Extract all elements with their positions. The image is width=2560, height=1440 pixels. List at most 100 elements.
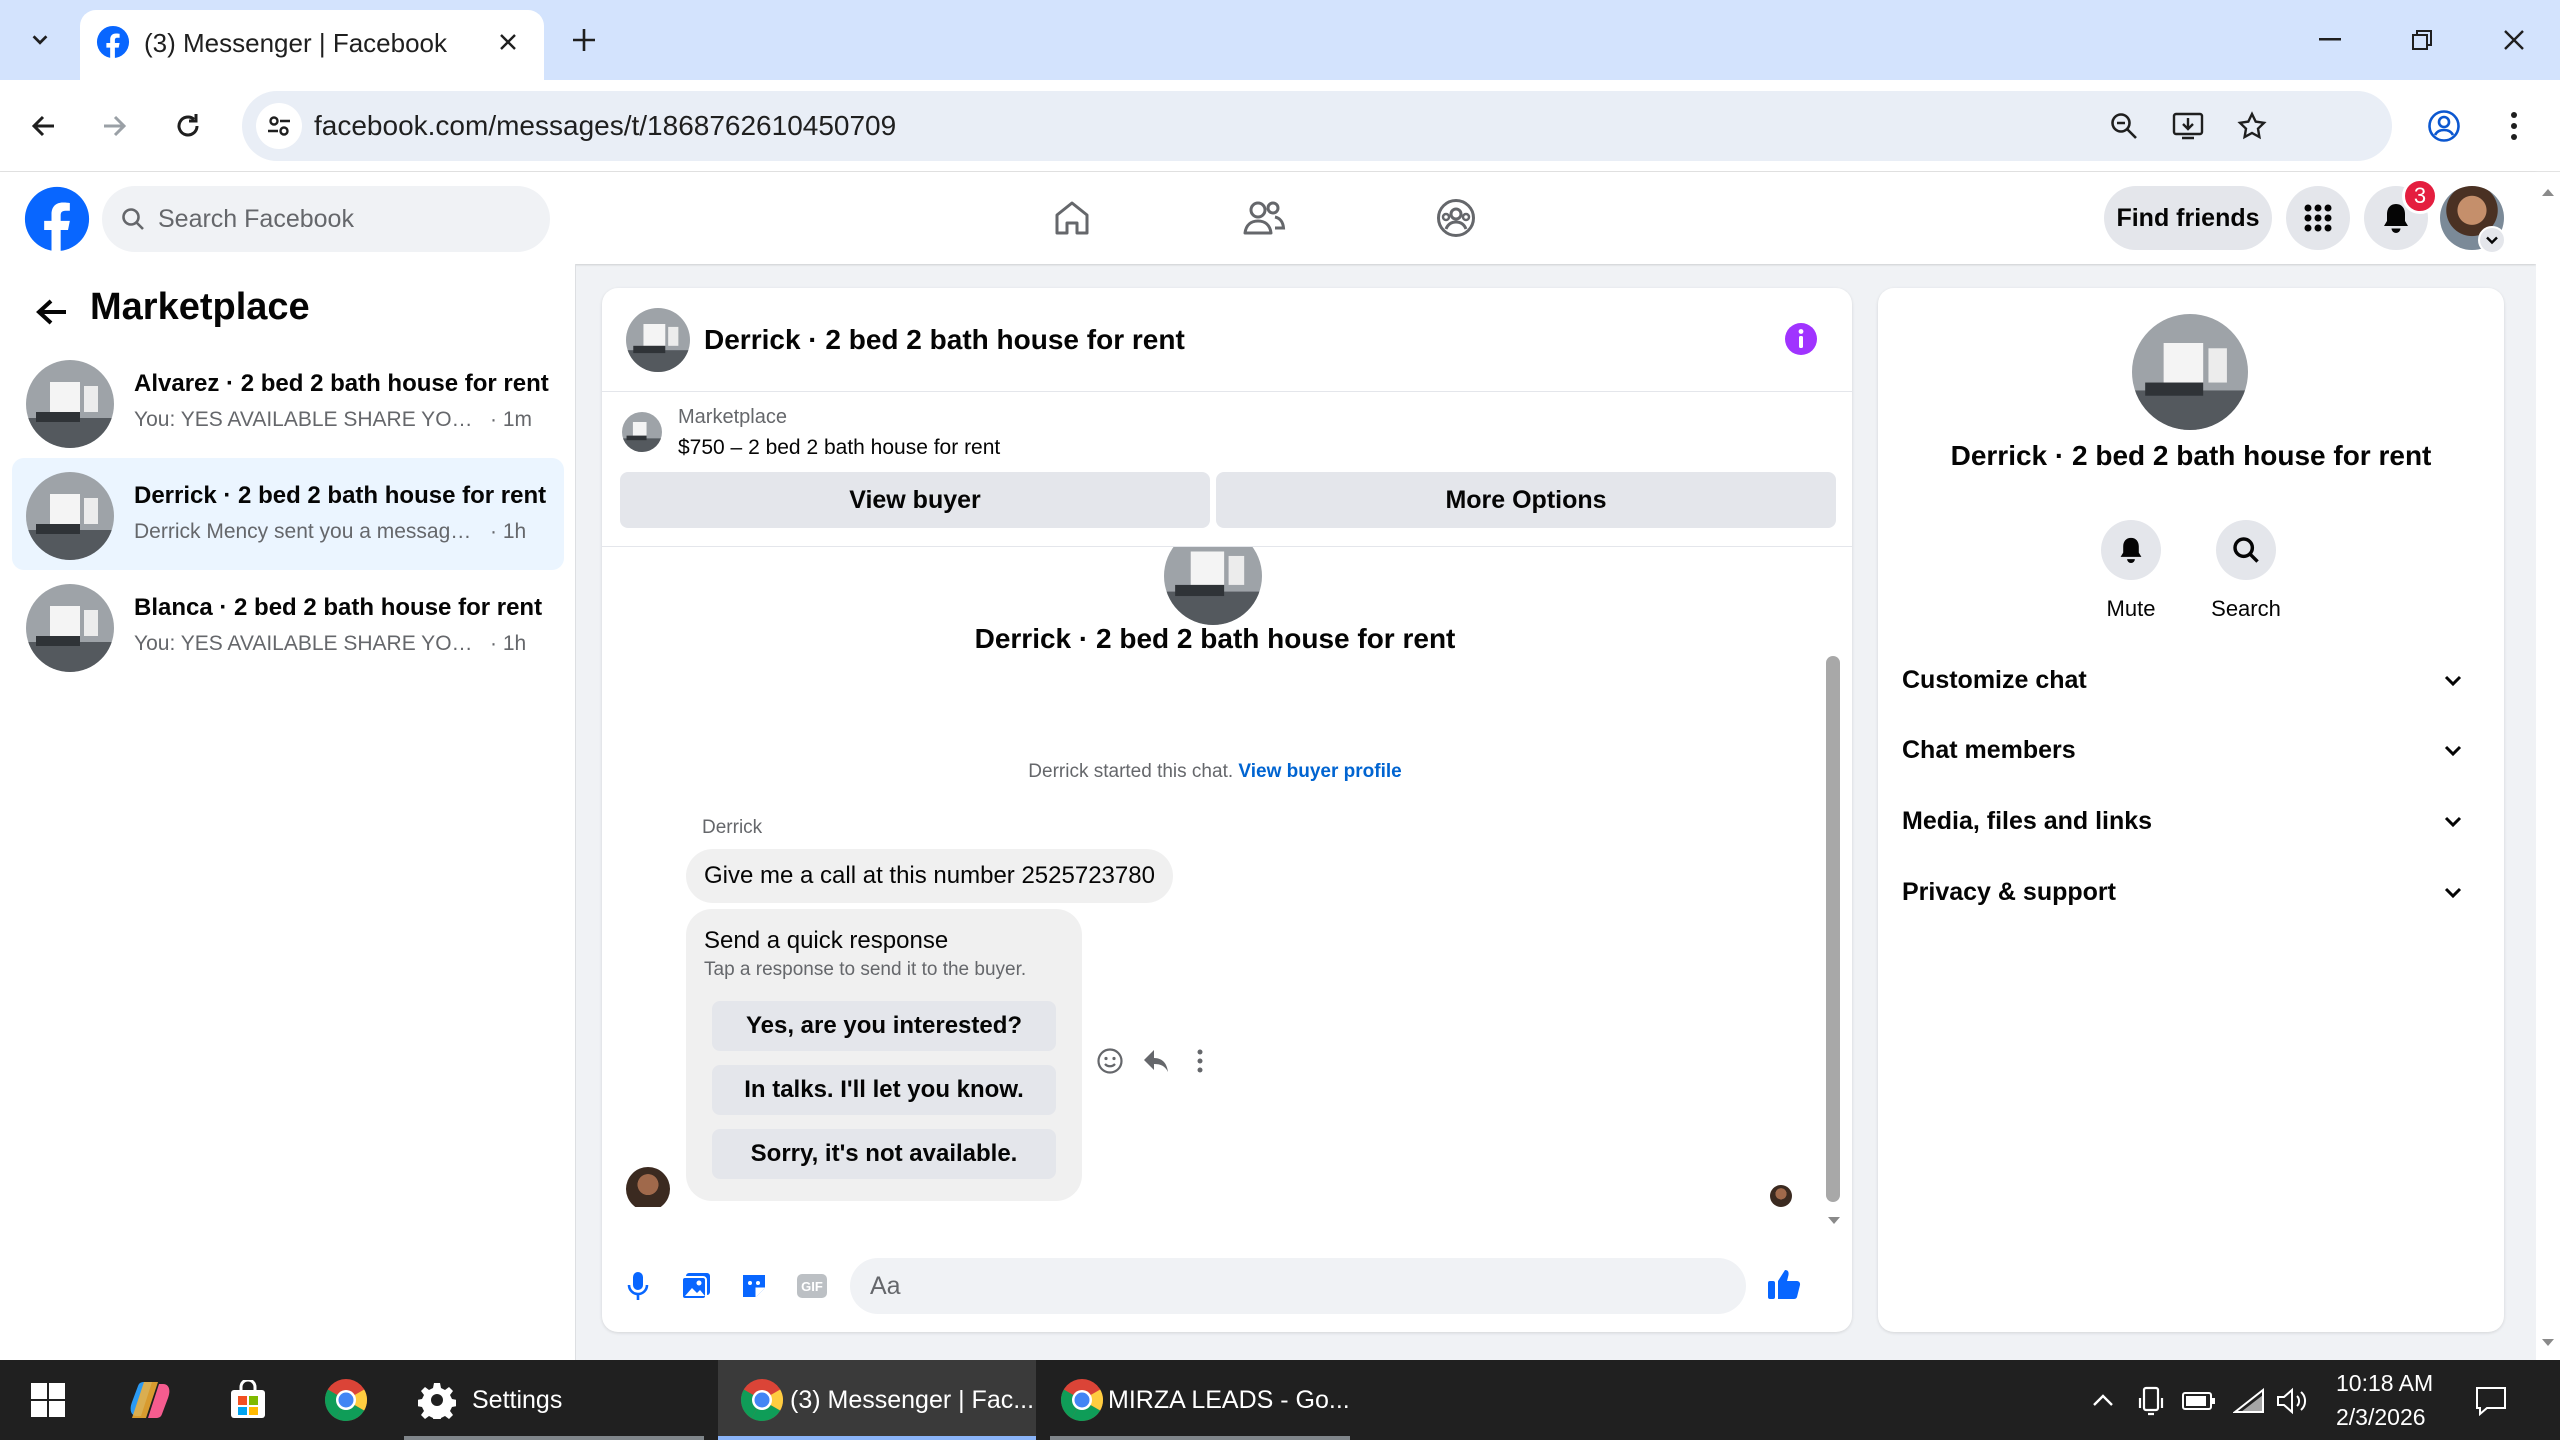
quick-response-interested[interactable]: Yes, are you interested? bbox=[712, 1001, 1056, 1051]
window-minimize-button[interactable] bbox=[2292, 12, 2368, 68]
account-icon bbox=[2428, 110, 2460, 142]
install-icon bbox=[2172, 112, 2204, 140]
browser-menu-button[interactable] bbox=[2488, 100, 2540, 152]
mute-label: Mute bbox=[2106, 596, 2156, 621]
battery-tray-icon[interactable] bbox=[2182, 1384, 2216, 1418]
page-scrollbar[interactable] bbox=[2536, 172, 2560, 1360]
customize-chat-section[interactable]: Customize chat bbox=[1902, 650, 2480, 710]
more-actions-button[interactable] bbox=[1180, 1041, 1220, 1081]
quick-response-not-available[interactable]: Sorry, it's not available. bbox=[712, 1129, 1056, 1179]
search-action[interactable]: Search bbox=[2186, 520, 2306, 630]
conversation-item-active[interactable]: Derrick · 2 bed 2 bath house for rent De… bbox=[12, 458, 564, 570]
settings-taskbar-button[interactable]: Settings bbox=[404, 1360, 704, 1440]
message-input[interactable] bbox=[870, 1258, 1650, 1314]
search-input[interactable] bbox=[158, 186, 538, 252]
nav-home[interactable] bbox=[1040, 186, 1104, 250]
mute-action[interactable]: Mute bbox=[2071, 520, 2191, 630]
back-arrow-button[interactable] bbox=[30, 290, 74, 334]
address-bar[interactable]: facebook.com/messages/t/1868762610450709 bbox=[242, 91, 2392, 161]
window-close-button[interactable] bbox=[2476, 12, 2552, 68]
svg-text:GIF: GIF bbox=[801, 1279, 823, 1294]
home-icon bbox=[1055, 201, 1089, 235]
volume-tray-icon[interactable] bbox=[2276, 1384, 2310, 1418]
site-info-button[interactable] bbox=[256, 103, 302, 149]
conversation-item[interactable]: Blanca · 2 bed 2 bath house for rent You… bbox=[12, 570, 564, 682]
info-icon[interactable] bbox=[1784, 322, 1818, 356]
scroll-down-icon[interactable] bbox=[1824, 1210, 1844, 1230]
install-app-button[interactable] bbox=[2166, 104, 2210, 148]
gif-button[interactable]: GIF bbox=[790, 1264, 834, 1308]
chat-avatar[interactable] bbox=[626, 308, 690, 372]
forward-button[interactable] bbox=[88, 100, 140, 152]
clock-time[interactable]: 10:18 AM bbox=[2336, 1370, 2433, 1397]
facebook-logo-icon[interactable] bbox=[24, 186, 90, 252]
clock-date[interactable]: 2/3/2026 bbox=[2336, 1404, 2426, 1431]
restore-icon bbox=[2412, 30, 2432, 50]
message-composer: GIF bbox=[602, 1248, 1852, 1332]
menu-button[interactable] bbox=[2286, 186, 2350, 250]
facebook-search[interactable] bbox=[102, 186, 550, 252]
chat-title[interactable]: Derrick · 2 bed 2 bath house for rent bbox=[704, 324, 1185, 356]
copilot-taskbar-button[interactable] bbox=[120, 1360, 180, 1440]
house-photo-icon bbox=[26, 360, 114, 448]
nav-groups[interactable] bbox=[1424, 186, 1488, 250]
view-buyer-profile-link[interactable]: View buyer profile bbox=[1238, 761, 1401, 782]
message-thread[interactable]: Derrick · 2 bed 2 bath house for rent De… bbox=[602, 547, 1852, 1207]
browser-tab-active[interactable]: (3) Messenger | Facebook bbox=[80, 10, 544, 80]
conversation-item[interactable]: Alvarez · 2 bed 2 bath house for rent Yo… bbox=[12, 346, 564, 458]
house-photo-icon bbox=[2132, 314, 2248, 430]
facebook-header: Find friends 3 bbox=[0, 172, 2536, 264]
view-buyer-button[interactable]: View buyer bbox=[620, 472, 1210, 528]
back-button[interactable] bbox=[18, 100, 70, 152]
message-input-box[interactable] bbox=[850, 1258, 1746, 1314]
account-menu-button[interactable] bbox=[2478, 226, 2506, 254]
more-options-button[interactable]: More Options bbox=[1216, 472, 1836, 528]
sticker-button[interactable] bbox=[732, 1264, 776, 1308]
search-in-chat-button[interactable] bbox=[2216, 520, 2276, 580]
info-title: Derrick · 2 bed 2 bath house for rent bbox=[1950, 440, 2432, 471]
messenger-chrome-taskbar-button[interactable]: (3) Messenger | Fac... bbox=[718, 1360, 1036, 1440]
gear-icon bbox=[418, 1383, 456, 1419]
reload-button[interactable] bbox=[162, 100, 214, 152]
store-taskbar-button[interactable] bbox=[220, 1360, 276, 1440]
chevron-down-icon bbox=[2444, 745, 2462, 757]
start-button[interactable] bbox=[20, 1360, 76, 1440]
chrome-taskbar-button[interactable] bbox=[318, 1360, 374, 1440]
notification-center-button[interactable] bbox=[2474, 1384, 2508, 1418]
nav-friends[interactable] bbox=[1232, 186, 1296, 250]
network-tray-icon[interactable] bbox=[2232, 1384, 2266, 1418]
sender-avatar[interactable] bbox=[626, 1167, 670, 1207]
mirza-leads-taskbar-button[interactable]: MIRZA LEADS - Go... bbox=[1050, 1360, 1350, 1440]
search-label: Search bbox=[2211, 596, 2281, 621]
mute-button[interactable] bbox=[2101, 520, 2161, 580]
media-files-links-section[interactable]: Media, files and links bbox=[1902, 791, 2480, 851]
window-restore-button[interactable] bbox=[2384, 12, 2460, 68]
chevron-down-icon bbox=[2486, 236, 2498, 245]
profile-button[interactable] bbox=[2418, 100, 2470, 152]
chat-members-section[interactable]: Chat members bbox=[1902, 720, 2480, 780]
send-like-button[interactable] bbox=[1762, 1262, 1806, 1306]
voice-clip-button[interactable] bbox=[616, 1264, 660, 1308]
url-text[interactable]: facebook.com/messages/t/1868762610450709 bbox=[314, 110, 896, 142]
reply-button[interactable] bbox=[1136, 1041, 1176, 1081]
bookmark-button[interactable] bbox=[2230, 104, 2274, 148]
privacy-support-section[interactable]: Privacy & support bbox=[1902, 862, 2480, 922]
scroll-up-icon bbox=[2542, 189, 2554, 196]
meet-now-tray-icon[interactable] bbox=[2134, 1384, 2168, 1418]
quick-response-in-talks[interactable]: In talks. I'll let you know. bbox=[712, 1065, 1056, 1115]
listing-title[interactable]: $750 – 2 bed 2 bath house for rent bbox=[678, 436, 1000, 460]
attach-photo-button[interactable] bbox=[674, 1264, 718, 1308]
microphone-icon bbox=[627, 1272, 649, 1300]
tab-close-button[interactable] bbox=[488, 22, 528, 62]
thread-scrollbar-thumb[interactable] bbox=[1826, 656, 1840, 1202]
house-photo-icon bbox=[622, 412, 662, 452]
show-hidden-icons-button[interactable] bbox=[2086, 1384, 2120, 1418]
new-tab-button[interactable] bbox=[562, 18, 606, 62]
react-button[interactable] bbox=[1090, 1041, 1130, 1081]
chat-bubble-icon bbox=[2476, 1387, 2506, 1416]
zoom-button[interactable] bbox=[2102, 104, 2146, 148]
message-bubble[interactable]: Give me a call at this number 2525723780 bbox=[686, 849, 1173, 903]
listing-thumbnail bbox=[622, 412, 662, 452]
find-friends-button[interactable]: Find friends bbox=[2104, 186, 2272, 250]
tab-search-button[interactable] bbox=[14, 14, 66, 66]
